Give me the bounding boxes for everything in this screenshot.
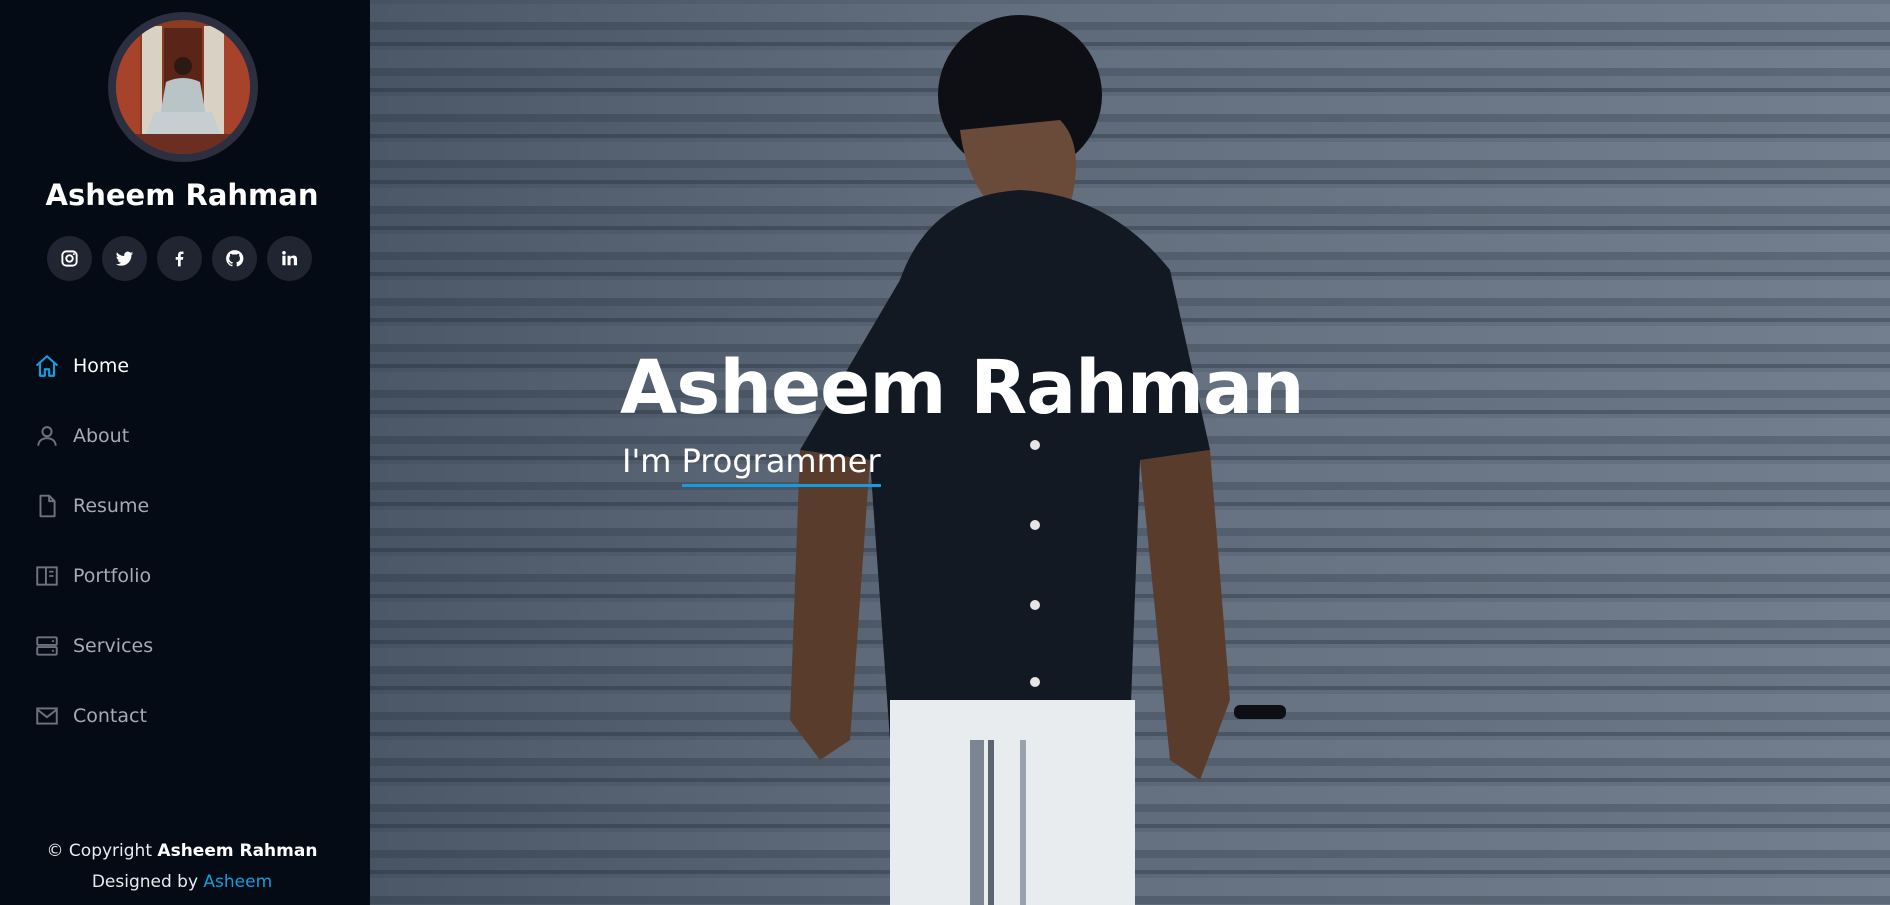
copyright: © Copyright Asheem Rahman [0,836,364,867]
hero-typed-text: Programmer [681,442,881,487]
main-nav: Home About Resume Portfolio Services Con… [33,331,153,751]
profile-photo [116,20,250,154]
copyright-prefix: © Copyright [46,841,153,861]
book-icon [33,562,61,590]
nav-item-contact[interactable]: Contact [33,681,153,751]
hero-subtitle: I'm Programmer [622,442,881,487]
home-icon [33,352,61,380]
nav-item-services[interactable]: Services [33,611,153,681]
hero-section: Asheem Rahman I'm Programmer [370,0,1890,905]
designer-link[interactable]: Asheem [203,872,272,892]
nav-label: Portfolio [73,565,152,587]
facebook-link[interactable] [157,236,202,281]
profile-name: Asheem Rahman [45,178,319,212]
nav-label: Services [73,635,154,657]
nav-label: Resume [73,495,150,517]
copyright-name: Asheem Rahman [157,841,318,861]
github-icon [226,250,244,267]
envelope-icon [33,702,61,730]
twitter-link[interactable] [102,236,147,281]
nav-label: Home [73,355,130,377]
linkedin-icon [282,250,298,266]
instagram-icon [61,250,78,267]
social-links [47,236,312,281]
avatar [108,12,258,162]
hero-background-photo [370,0,1890,905]
github-link[interactable] [212,236,257,281]
nav-item-home[interactable]: Home [33,331,153,401]
nav-label: Contact [73,705,147,727]
hero-title: Asheem Rahman [620,345,1305,431]
sidebar: Asheem Rahman Home About Resume Portfoli… [0,0,370,905]
nav-item-about[interactable]: About [33,401,153,471]
file-icon [33,492,61,520]
footer: © Copyright Asheem Rahman Designed by As… [0,836,364,898]
facebook-icon [175,251,184,267]
person-icon [33,422,61,450]
designed-prefix: Designed by [91,872,199,892]
instagram-link[interactable] [47,236,92,281]
server-icon [33,632,61,660]
hero-sub-prefix: I'm [622,442,672,480]
nav-label: About [73,425,130,447]
nav-item-resume[interactable]: Resume [33,471,153,541]
twitter-icon [115,251,134,266]
linkedin-link[interactable] [267,236,312,281]
nav-item-portfolio[interactable]: Portfolio [33,541,153,611]
designed-by: Designed by Asheem [0,867,364,898]
